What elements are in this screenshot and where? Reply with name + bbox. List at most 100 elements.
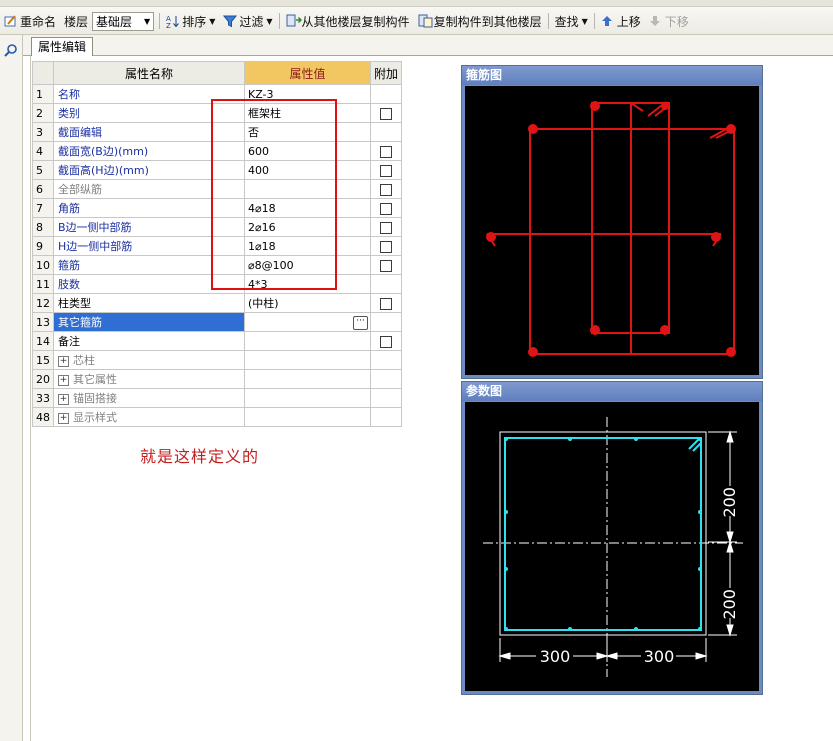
table-row[interactable]: 14 备注: [32, 331, 402, 351]
table-row[interactable]: 20 + 其它属性: [32, 369, 402, 389]
property-value-cell[interactable]: 4⌀18: [244, 198, 371, 218]
annotation-text: 就是这样定义的: [140, 447, 260, 466]
property-name-cell[interactable]: 柱类型: [53, 293, 245, 313]
table-row[interactable]: 7 角筋 4⌀18: [32, 198, 402, 218]
table-row[interactable]: 9 H边一侧中部筋 1⌀18: [32, 236, 402, 256]
property-name-cell[interactable]: + 其它属性: [53, 369, 245, 389]
extra-cell: [370, 179, 402, 199]
header-property-name[interactable]: 属性名称: [53, 61, 245, 85]
dim-arrow: [726, 624, 734, 637]
left-side-bar: [0, 35, 23, 741]
property-value-cell[interactable]: ⌀8@100: [244, 255, 371, 275]
extra-checkbox[interactable]: [380, 164, 392, 177]
property-value-cell[interactable]: [244, 388, 371, 408]
copy-to-floor-label: 复制构件到其他楼层: [433, 14, 542, 29]
extra-checkbox[interactable]: [380, 202, 392, 215]
property-value-cell[interactable]: 1⌀18: [244, 236, 371, 256]
property-name-cell[interactable]: 其它箍筋: [53, 312, 245, 332]
property-name-cell[interactable]: 截面宽(B边)(mm): [53, 141, 245, 161]
property-value-cell[interactable]: 400: [244, 160, 371, 180]
row-number: 1: [32, 84, 54, 104]
find-button[interactable]: 查找 ▼: [551, 11, 592, 31]
table-row[interactable]: 48 + 显示样式: [32, 407, 402, 427]
table-row[interactable]: 2 类别 框架柱: [32, 103, 402, 123]
expand-plus-icon[interactable]: +: [58, 393, 69, 405]
expand-plus-icon[interactable]: +: [58, 355, 69, 367]
table-row[interactable]: 11 肢数 4*3: [32, 274, 402, 294]
property-name-cell[interactable]: H边一侧中部筋: [53, 236, 245, 256]
floor-select[interactable]: 基础层 ▼: [92, 11, 155, 31]
tab-property-editor[interactable]: 属性编辑: [31, 37, 94, 56]
table-row[interactable]: 12 柱类型 (中柱): [32, 293, 402, 313]
property-name-cell[interactable]: B边一侧中部筋: [53, 217, 245, 237]
property-name-cell[interactable]: 截面高(H边)(mm): [53, 160, 245, 180]
property-value-cell[interactable]: KZ-3: [244, 84, 371, 104]
table-row[interactable]: 13 其它箍筋 ···: [32, 312, 402, 332]
extra-checkbox[interactable]: [380, 183, 392, 196]
property-value-cell[interactable]: [244, 369, 371, 389]
property-value-text: 4*3: [248, 277, 268, 291]
sort-button[interactable]: AZ 排序 ▼: [162, 11, 219, 31]
table-row[interactable]: 6 全部纵筋: [32, 179, 402, 199]
sort-label: 排序: [182, 14, 207, 29]
header-property-value[interactable]: 属性值: [244, 61, 371, 85]
property-value-cell[interactable]: [244, 179, 371, 199]
expand-plus-icon[interactable]: +: [58, 412, 69, 424]
extra-cell: [370, 407, 402, 427]
property-name-cell[interactable]: 箍筋: [53, 255, 245, 275]
property-name-cell[interactable]: 名称: [53, 84, 245, 104]
extra-checkbox[interactable]: [380, 335, 392, 348]
dim-arrow: [498, 652, 511, 660]
property-value-cell[interactable]: [244, 407, 371, 427]
copy-from-floor-button[interactable]: 从其他楼层复制构件: [282, 11, 414, 31]
extra-checkbox[interactable]: [380, 297, 392, 310]
property-value-cell[interactable]: 600: [244, 141, 371, 161]
ellipsis-button[interactable]: ···: [353, 316, 368, 330]
grid-body: 1 名称 KZ-3 2 类别 框架柱 3 截面编辑 否 4 截面宽(B边)(mm) 600 5 截面高(H…: [32, 84, 402, 427]
property-value-cell[interactable]: [244, 350, 371, 370]
property-name-cell[interactable]: 类别: [53, 103, 245, 123]
extra-checkbox[interactable]: [380, 240, 392, 253]
property-name-cell[interactable]: 角筋: [53, 198, 245, 218]
property-value-cell[interactable]: 否: [244, 122, 371, 142]
property-value-cell[interactable]: [244, 331, 371, 351]
search-icon[interactable]: [3, 43, 19, 62]
table-row[interactable]: 15 + 芯柱: [32, 350, 402, 370]
property-name-cell[interactable]: + 芯柱: [53, 350, 245, 370]
property-name-cell[interactable]: 备注: [53, 331, 245, 351]
move-up-button[interactable]: 上移: [597, 11, 645, 31]
param-bar: [698, 567, 702, 571]
property-value-cell[interactable]: 2⌀16: [244, 217, 371, 237]
property-name-cell[interactable]: 截面编辑: [53, 122, 245, 142]
table-row[interactable]: 5 截面高(H边)(mm) 400: [32, 160, 402, 180]
property-name-cell[interactable]: + 锚固搭接: [53, 388, 245, 408]
extra-checkbox[interactable]: [380, 259, 392, 272]
extra-checkbox[interactable]: [380, 221, 392, 234]
filter-button[interactable]: 过滤 ▼: [219, 11, 276, 31]
extra-checkbox[interactable]: [380, 145, 392, 158]
property-name-cell[interactable]: 肢数: [53, 274, 245, 294]
copy-to-floor-icon: [418, 14, 433, 28]
rename-button[interactable]: 重命名: [0, 11, 60, 31]
property-value-cell[interactable]: 框架柱: [244, 103, 371, 123]
extra-checkbox[interactable]: [380, 107, 392, 120]
dim-label-width-right: 300: [644, 647, 675, 666]
property-value-cell[interactable]: 4*3: [244, 274, 371, 294]
property-name-cell[interactable]: 全部纵筋: [53, 179, 245, 199]
table-row[interactable]: 3 截面编辑 否: [32, 122, 402, 142]
table-row[interactable]: 8 B边一侧中部筋 2⌀16: [32, 217, 402, 237]
property-value-cell[interactable]: (中柱): [244, 293, 371, 313]
move-down-button[interactable]: 下移: [645, 11, 693, 31]
header-extra[interactable]: 附加: [370, 61, 402, 85]
table-row[interactable]: 33 + 锚固搭接: [32, 388, 402, 408]
property-name-cell[interactable]: + 显示样式: [53, 407, 245, 427]
table-row[interactable]: 4 截面宽(B边)(mm) 600: [32, 141, 402, 161]
copy-to-floor-button[interactable]: 复制构件到其他楼层: [414, 11, 546, 31]
property-name-text: 截面高(H边)(mm): [58, 164, 149, 177]
property-value-cell[interactable]: ···: [244, 312, 371, 332]
param-bar: [698, 437, 702, 441]
table-row[interactable]: 10 箍筋 ⌀8@100: [32, 255, 402, 275]
copy-from-floor-label: 从其他楼层复制构件: [301, 14, 410, 29]
table-row[interactable]: 1 名称 KZ-3: [32, 84, 402, 104]
expand-plus-icon[interactable]: +: [58, 374, 69, 386]
